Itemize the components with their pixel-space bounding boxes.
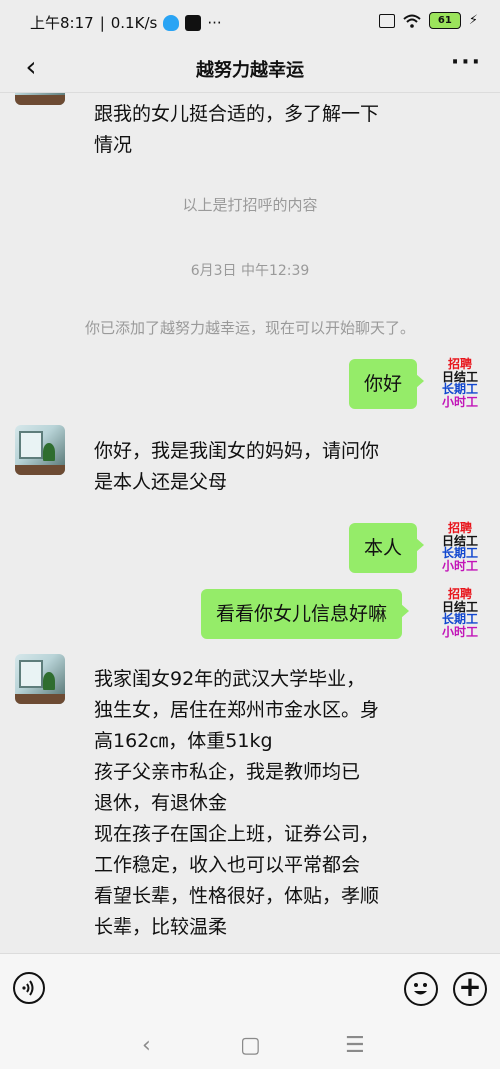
smile-icon: [414, 983, 427, 995]
contact-avatar[interactable]: [15, 654, 65, 704]
charging-icon: ⚡: [468, 13, 478, 28]
nav-recents-button[interactable]: ☰: [345, 1033, 365, 1058]
chat-title: 越努力越幸运: [196, 60, 304, 81]
message-incoming[interactable]: 跟我的女儿挺合适的，多了解一下 情况: [94, 99, 379, 161]
contact-avatar[interactable]: [15, 425, 65, 475]
message-incoming[interactable]: 我家闺女92年的武汉大学毕业， 独生女，居住在郑州市金水区。身 高162㎝，体重…: [94, 664, 379, 943]
battery-icon: 61: [428, 12, 461, 29]
wifi-icon: [403, 14, 421, 28]
voice-input-button[interactable]: [13, 972, 45, 1004]
chat-area[interactable]: 跟我的女儿挺合适的，多了解一下 情况 以上是打招呼的内容 6月3日 中午12:3…: [0, 93, 500, 953]
status-right: 61 ⚡: [378, 12, 478, 29]
message-outgoing[interactable]: 看看你女儿信息好嘛: [201, 589, 410, 639]
friend-added-note: 你已添加了越努力越幸运，现在可以开始聊天了。: [84, 319, 415, 337]
input-bar: +: [0, 953, 500, 1024]
more-options-button[interactable]: ···: [451, 50, 482, 75]
nav-back-button[interactable]: ‹: [142, 1033, 151, 1058]
status-separator: |: [99, 13, 105, 32]
status-time: 上午8:17: [30, 14, 94, 32]
sender-avatar[interactable]: 招聘 日结工 长期工 小时工: [438, 588, 482, 638]
more-functions-button[interactable]: +: [453, 972, 487, 1006]
message-outgoing[interactable]: 你好: [349, 359, 425, 409]
sender-avatar[interactable]: 招聘 日结工 长期工 小时工: [438, 522, 482, 572]
timestamp: 6月3日 中午12:39: [190, 263, 310, 279]
status-left: 上午8:17 | 0.1K/s ···: [30, 12, 222, 33]
qq-icon: [163, 14, 180, 31]
system-nav-bar: ‹ ▢ ☰: [0, 1023, 500, 1069]
sender-avatar[interactable]: 招聘 日结工 长期工 小时工: [438, 358, 482, 408]
emoji-button[interactable]: [404, 972, 438, 1006]
contact-avatar[interactable]: [15, 93, 65, 105]
voice-icon: [22, 980, 34, 996]
tiktok-icon: [185, 14, 202, 31]
network-speed: 0.1K/s: [110, 13, 158, 32]
message-incoming[interactable]: 你好，我是我闺女的妈妈，请问你 是本人还是父母: [94, 436, 379, 498]
sim-off-icon: [378, 13, 395, 28]
chat-header: ‹ 越努力越幸运 ···: [0, 44, 500, 93]
status-more-dots: ···: [207, 13, 222, 32]
greeting-note: 以上是打招呼的内容: [182, 196, 318, 214]
message-outgoing[interactable]: 本人: [349, 523, 425, 573]
nav-home-button[interactable]: ▢: [240, 1033, 261, 1058]
status-bar: 上午8:17 | 0.1K/s ··· 61 ⚡: [0, 0, 500, 44]
